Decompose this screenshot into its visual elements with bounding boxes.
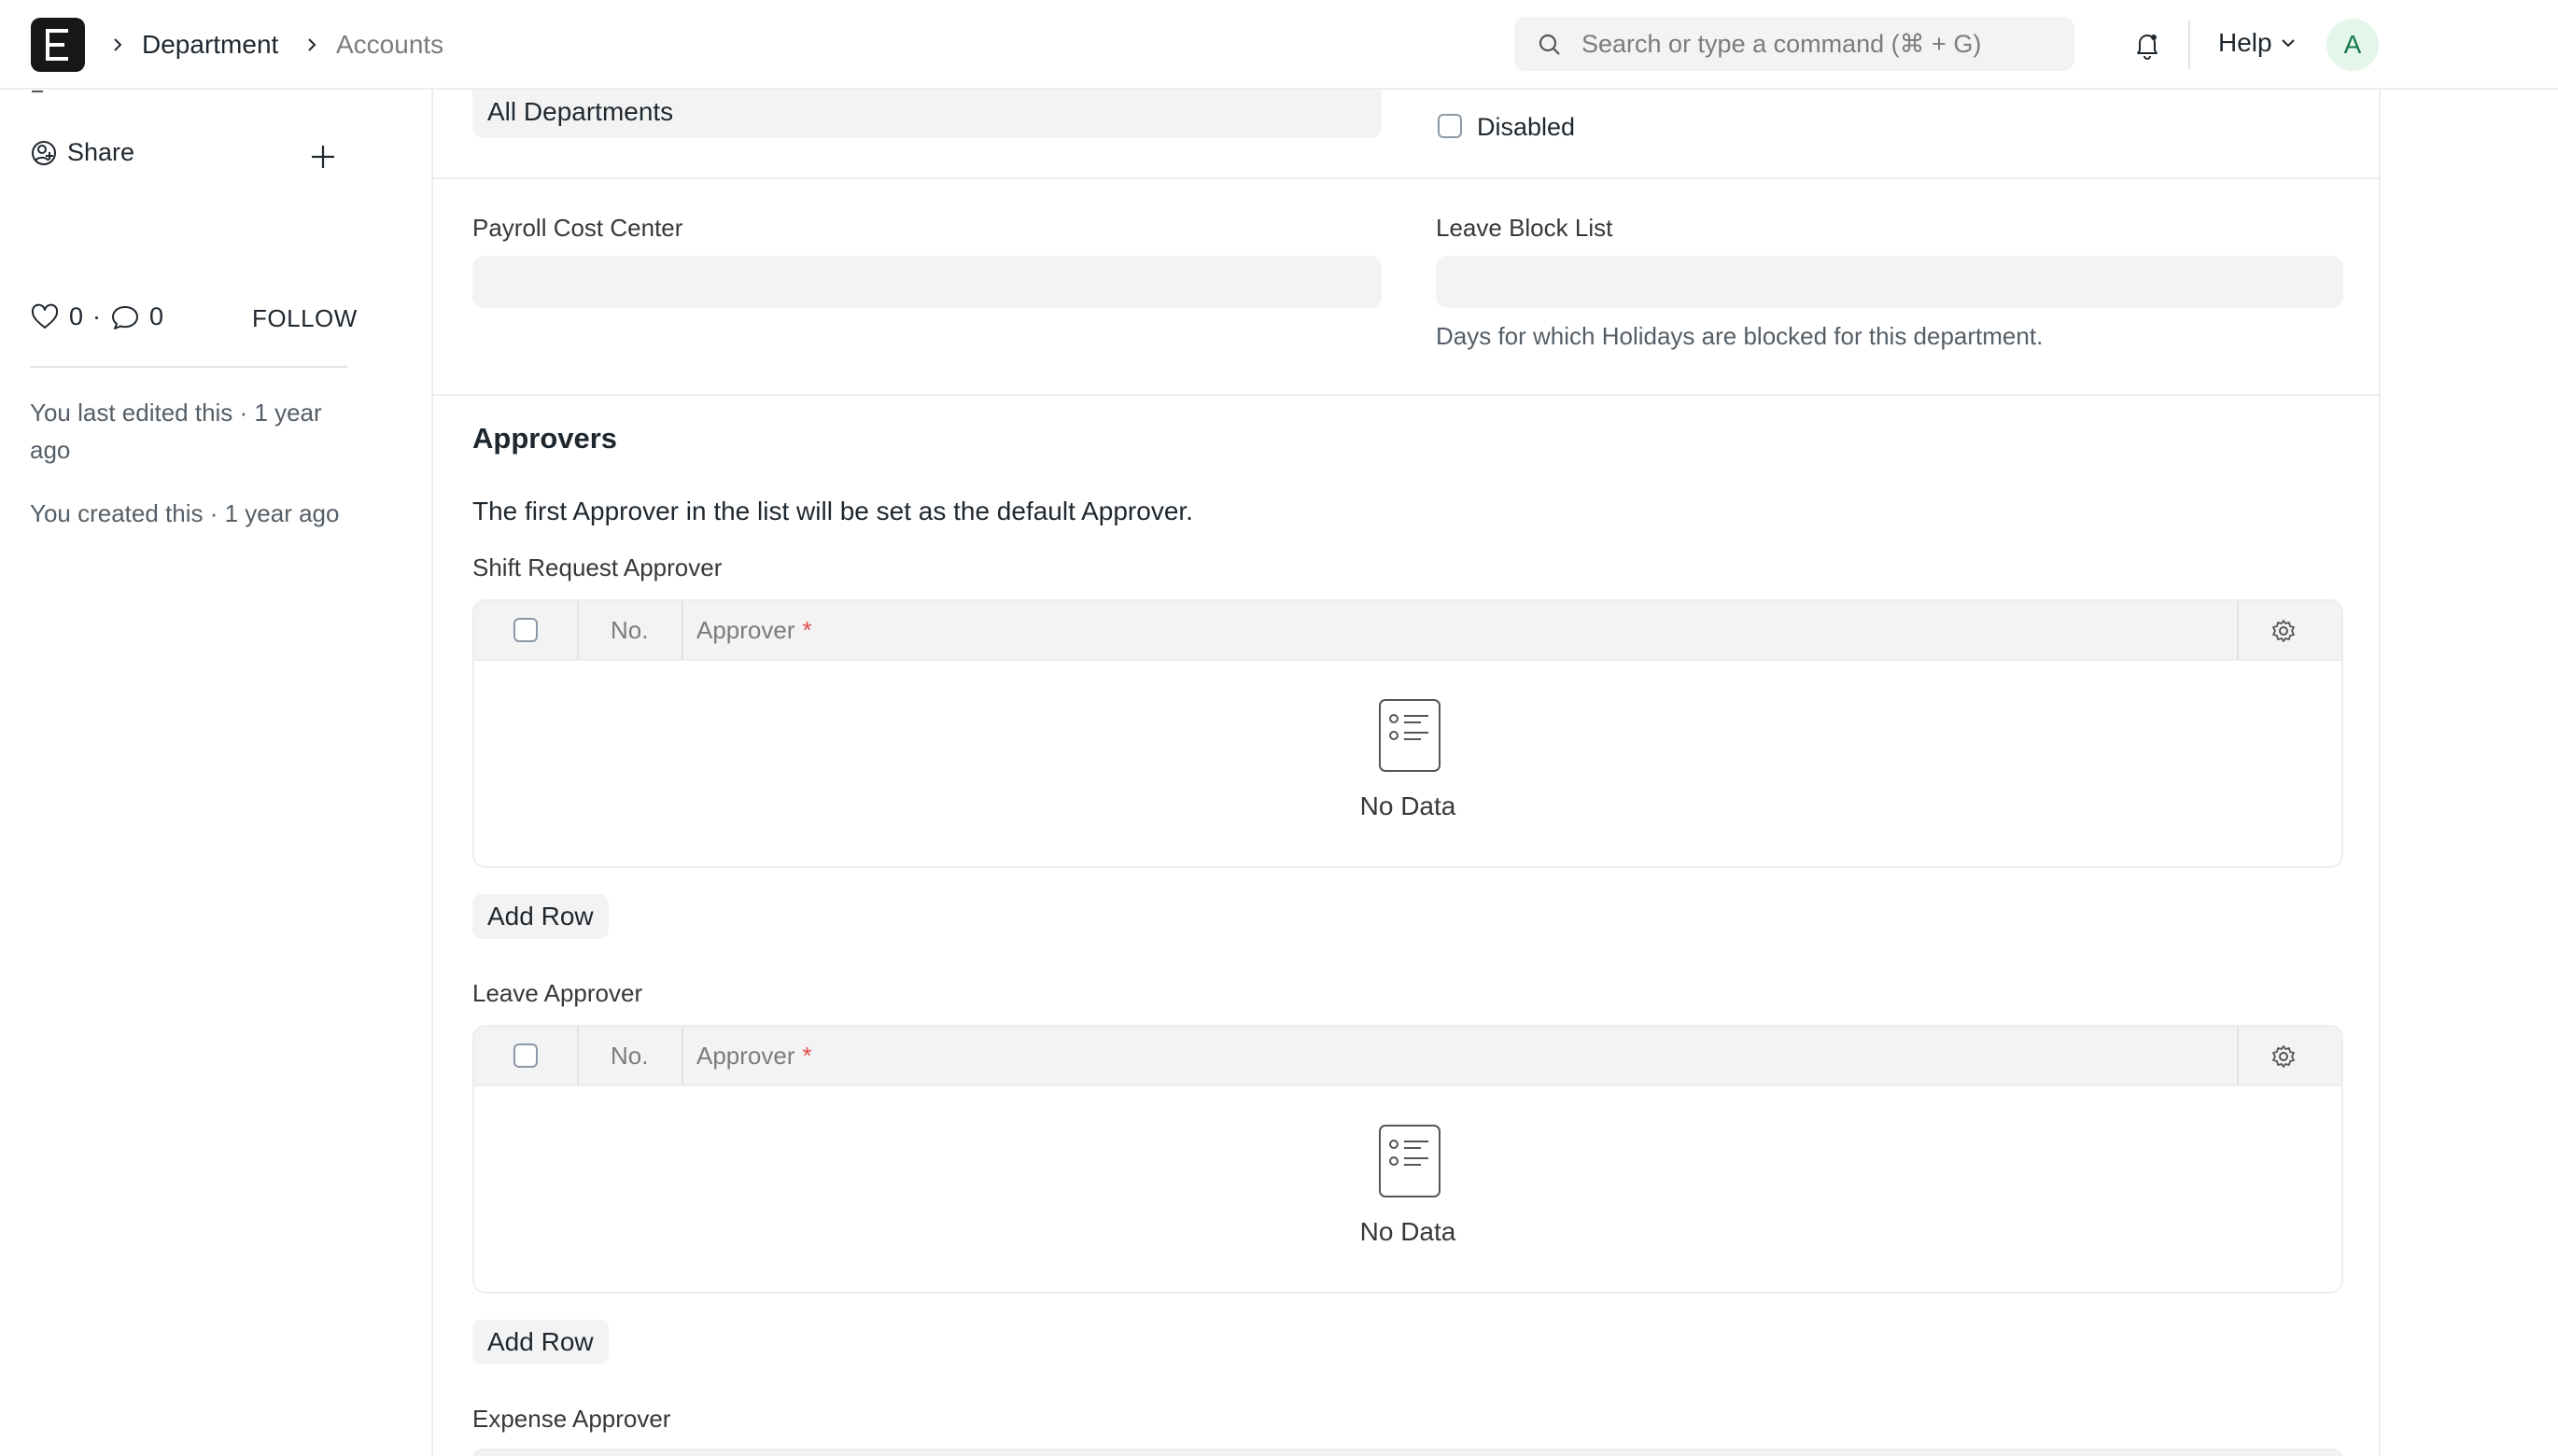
column-divider xyxy=(682,1027,683,1085)
app-logo-icon xyxy=(46,29,68,61)
activity-created: You created this · 1 year ago xyxy=(30,499,340,527)
required-marker: * xyxy=(802,615,812,644)
parent-department-value: All Departments xyxy=(487,97,674,126)
column-approver: Approver * xyxy=(696,601,812,659)
payroll-cost-center-label: Payroll Cost Center xyxy=(472,214,683,242)
parent-department-field[interactable]: All Departments xyxy=(472,90,1382,138)
search-icon xyxy=(1539,34,1560,55)
column-no: No. xyxy=(611,1041,649,1070)
section-divider xyxy=(433,177,2379,179)
approvers-intro: The first Approver in the list will be s… xyxy=(472,497,1193,525)
separator-dot: · xyxy=(92,302,102,330)
column-divider xyxy=(577,1027,579,1085)
disabled-label: Disabled xyxy=(1477,113,1576,141)
user-avatar[interactable]: A xyxy=(2326,19,2379,71)
required-marker: * xyxy=(802,1041,812,1070)
add-row-button[interactable]: Add Row xyxy=(472,894,609,939)
chevron-down-icon xyxy=(2281,39,2295,48)
comments-count: 0 xyxy=(149,302,164,330)
likes-comments: 0 · 0 xyxy=(30,302,163,331)
search-placeholder: Search or type a command (⌘ + G) xyxy=(1581,30,1982,58)
select-all-checkbox[interactable] xyxy=(513,1043,538,1068)
follow-button[interactable]: FOLLOW xyxy=(252,304,358,333)
breadcrumb-department[interactable]: Department xyxy=(142,26,278,63)
column-no: No. xyxy=(611,615,649,644)
shift-request-approver-table: No. Approver * No Data xyxy=(472,599,2343,868)
shift-request-approver-label: Shift Request Approver xyxy=(472,553,723,581)
likes-count: 0 xyxy=(69,302,84,330)
column-divider xyxy=(2237,601,2239,659)
expense-approver-table xyxy=(472,1449,2343,1456)
share-label: Share xyxy=(67,138,135,166)
gear-icon[interactable] xyxy=(2270,618,2297,644)
breadcrumb-chevron-icon xyxy=(101,28,134,62)
form-main: All Departments Disabled Payroll Cost Ce… xyxy=(431,90,2381,1456)
table-header: No. Approver * xyxy=(474,601,2341,661)
plus-icon[interactable] xyxy=(306,140,340,174)
approvers-section-title[interactable]: Approvers xyxy=(472,422,617,455)
empty-list-icon xyxy=(1379,1125,1441,1197)
section-divider xyxy=(433,394,2379,396)
column-divider xyxy=(2237,1027,2239,1085)
leave-block-list-label: Leave Block List xyxy=(1436,214,1613,242)
disabled-checkbox[interactable] xyxy=(1438,114,1462,138)
sidebar-divider xyxy=(30,366,347,368)
select-all-checkbox[interactable] xyxy=(513,618,538,642)
column-approver-label: Approver xyxy=(696,1041,795,1070)
top-navbar: Department Accounts Search or type a com… xyxy=(0,0,2558,90)
search-bar[interactable]: Search or type a command (⌘ + G) xyxy=(1514,17,2074,71)
column-divider xyxy=(682,601,683,659)
navbar-divider xyxy=(2188,21,2190,69)
breadcrumb-chevron-icon xyxy=(295,28,329,62)
table-header: No. Approver * xyxy=(474,1027,2341,1086)
leave-block-list-input[interactable] xyxy=(1436,256,2343,308)
gear-icon[interactable] xyxy=(2270,1043,2297,1070)
add-row-button[interactable]: Add Row xyxy=(472,1320,609,1365)
sidebar-clipped-item xyxy=(30,82,114,101)
help-menu[interactable]: Help xyxy=(2218,24,2297,62)
share-icon xyxy=(32,140,56,165)
bell-icon[interactable] xyxy=(2129,26,2166,63)
app-logo[interactable] xyxy=(31,18,85,72)
activity-last-edited: You last edited this · 1 year ago xyxy=(30,399,322,464)
leave-approver-table: No. Approver * No Data xyxy=(472,1025,2343,1294)
share-button[interactable]: Share xyxy=(30,138,134,167)
tag-icon xyxy=(32,91,43,92)
column-approver-label: Approver xyxy=(696,615,795,644)
empty-list-icon xyxy=(1379,699,1441,772)
column-approver: Approver * xyxy=(696,1027,812,1085)
empty-state-text: No Data xyxy=(1359,1217,1456,1246)
expense-approver-label: Expense Approver xyxy=(472,1405,671,1433)
help-label: Help xyxy=(2218,28,2272,57)
leave-approver-label: Leave Approver xyxy=(472,979,643,1007)
breadcrumb-current[interactable]: Accounts xyxy=(336,26,443,63)
heart-icon[interactable] xyxy=(30,303,60,331)
empty-state-text: No Data xyxy=(1359,791,1456,820)
column-divider xyxy=(577,601,579,659)
leave-block-list-description: Days for which Holidays are blocked for … xyxy=(1436,322,2044,350)
payroll-cost-center-input[interactable] xyxy=(472,256,1382,308)
comment-icon[interactable] xyxy=(110,303,140,331)
